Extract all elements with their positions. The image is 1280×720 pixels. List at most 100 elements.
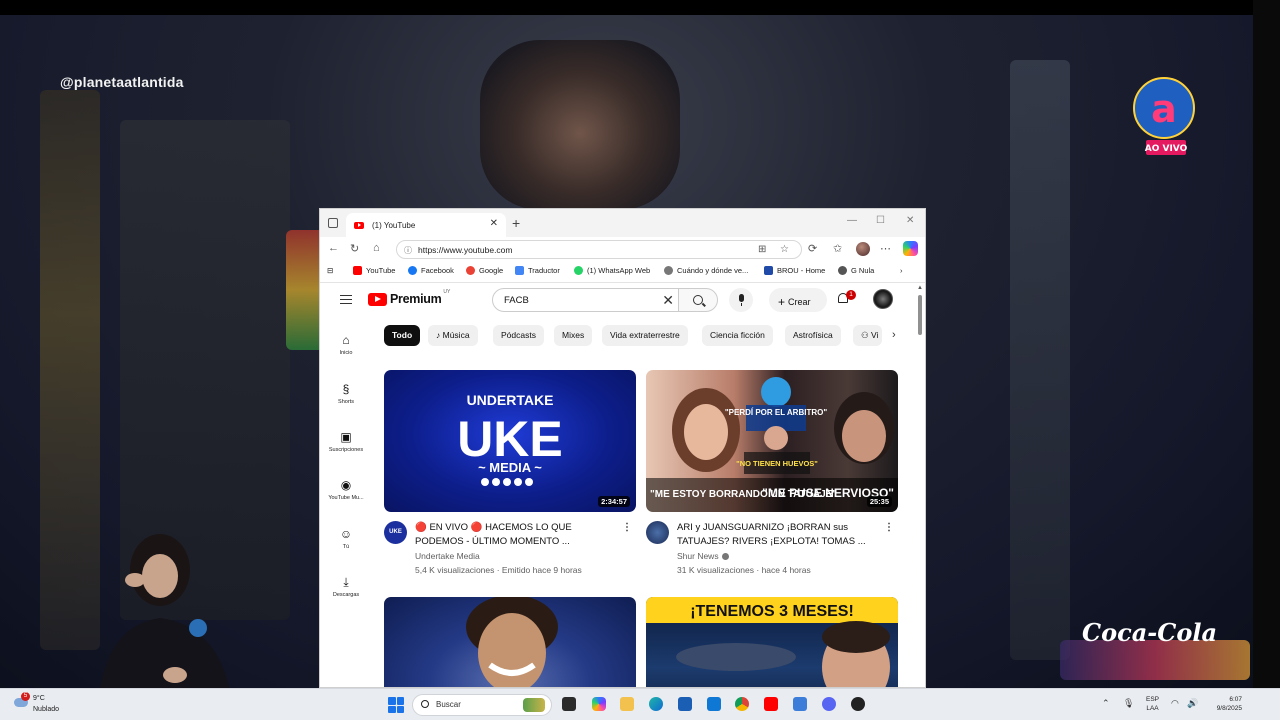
bookmark-whatsapp[interactable]: (1) WhatsApp Web [574, 266, 650, 275]
youtube-app-icon[interactable] [764, 697, 778, 711]
chrome-icon[interactable] [735, 697, 749, 711]
outlook-icon[interactable] [707, 697, 721, 711]
weather-condition: Nublado [33, 706, 60, 713]
singer-figure [480, 40, 680, 210]
bookmarks-bar: ⊟ YouTube Facebook Google Traductor (1) … [320, 261, 925, 283]
volume-icon[interactable]: 🔊 [1187, 698, 1198, 709]
language-indicator[interactable]: ESP LAA [1146, 695, 1159, 713]
tab-actions-icon[interactable] [328, 218, 338, 228]
video-stats: 31 K visualizaciones · hace 4 horas [677, 565, 811, 575]
chip-vida-extraterrestre[interactable]: Vida extraterrestre [602, 325, 688, 346]
notepad-icon[interactable] [793, 697, 807, 711]
sidebar-item-youtube-music[interactable]: ◉ YouTube Mu... [320, 478, 372, 501]
wifi-icon[interactable]: ◠ [1171, 698, 1179, 709]
clear-search-icon[interactable]: ✕ [662, 292, 674, 309]
microphone-tray-icon[interactable]: 🎙 [1123, 698, 1134, 709]
search-button[interactable] [678, 288, 718, 312]
chip-ciencia-ficcion[interactable]: Ciencia ficción [702, 325, 773, 346]
bookmark-brou[interactable]: BROU - Home [764, 266, 825, 275]
edge-icon[interactable] [649, 697, 663, 711]
file-explorer-icon[interactable] [620, 697, 634, 711]
music-icon: ◉ [340, 478, 352, 492]
maximize-button[interactable]: ☐ [876, 215, 885, 226]
new-tab-button[interactable]: + [512, 215, 520, 231]
copilot-app-icon[interactable] [592, 697, 606, 711]
more-actions-icon[interactable]: ⋮ [884, 522, 894, 533]
channel-name[interactable]: Shur News [677, 551, 729, 561]
channel-avatar[interactable] [646, 521, 669, 544]
favorites-icon[interactable]: ✩ [833, 242, 842, 255]
letterbox-right [1253, 0, 1280, 688]
home-icon[interactable]: ⌂ [373, 242, 380, 254]
chip-astrofisica[interactable]: Astrofísica [785, 325, 841, 346]
menu-icon[interactable] [340, 295, 352, 304]
chip-musica[interactable]: ♪ Música [428, 325, 478, 346]
video-card[interactable]: "PERDÍ POR EL ARBITRO" "NO TIENEN HUEVOS… [646, 370, 898, 576]
video-card[interactable]: ¡TENEMOS 3 MESES! [646, 597, 898, 687]
video-card[interactable] [384, 597, 636, 687]
discord-icon[interactable] [822, 697, 836, 711]
video-title[interactable]: 🔴 EN VIVO 🔴 HACEMOS LO QUE PODEMOS - ÚLT… [415, 521, 620, 549]
close-tab-icon[interactable]: ✕ [490, 218, 498, 229]
sidebar-item-suscripciones[interactable]: ▣ Suscripciones [320, 430, 372, 453]
task-view-icon[interactable] [562, 697, 576, 711]
video-thumbnail[interactable]: UNDERTAKE UKE ~ MEDIA ~ 2:34:57 [384, 370, 636, 512]
channel-avatar[interactable]: UKE [384, 521, 407, 544]
bookmark-facebook[interactable]: Facebook [408, 266, 454, 275]
url-field[interactable]: ⓘ https://www.youtube.com ⊞ ☆ [396, 240, 802, 259]
channel-name[interactable]: Undertake Media [415, 551, 480, 561]
refresh-extension-icon[interactable]: ⟳ [808, 242, 817, 255]
chips-next-icon[interactable]: › [892, 329, 896, 341]
copilot-icon[interactable] [903, 241, 918, 256]
favorite-star-icon[interactable]: ☆ [780, 244, 789, 255]
sidebar-item-descargas[interactable]: ⤓ Descargas [320, 575, 372, 598]
video-thumbnail[interactable]: "PERDÍ POR EL ARBITRO" "NO TIENEN HUEVOS… [646, 370, 898, 512]
store-icon[interactable] [678, 697, 692, 711]
sidebar-item-shorts[interactable]: § Shorts [320, 382, 372, 405]
tray-overflow-icon[interactable]: ⌃ [1102, 698, 1110, 709]
video-title[interactable]: ARI y JUANSGUARNIZO ¡BORRAN sus TATUAJES… [677, 521, 882, 549]
more-icon[interactable]: ⋯ [880, 242, 891, 255]
bookmarks-more-icon[interactable]: › [900, 266, 903, 275]
page-scrollbar[interactable]: ▲ [915, 283, 925, 687]
browser-titlebar: (1) YouTube ✕ + — ☐ ✕ [320, 209, 925, 237]
scroll-up-icon[interactable]: ▲ [917, 285, 923, 291]
bookmark-google[interactable]: Google [466, 266, 503, 275]
sidebar-item-inicio[interactable]: ⌂ Inicio [320, 333, 372, 356]
obs-icon[interactable] [851, 697, 865, 711]
video-thumbnail[interactable]: ¡TENEMOS 3 MESES! [646, 597, 898, 687]
create-button[interactable]: + Crear [769, 288, 827, 312]
site-info-icon[interactable]: ⓘ [404, 245, 412, 256]
video-stats: 5,4 K visualizaciones · Emitido hace 9 h… [415, 565, 582, 575]
taskbar-search[interactable]: Buscar [412, 694, 552, 716]
video-thumbnail[interactable] [384, 597, 636, 687]
refresh-icon[interactable]: ↻ [350, 242, 359, 255]
bookmark-g-nula[interactable]: G Nula [838, 266, 874, 275]
space-thumbnail-art: ¡TENEMOS 3 MESES! [646, 597, 898, 687]
stage-rig-right [1010, 60, 1070, 660]
bookmarks-toggle-icon[interactable]: ⊟ [327, 266, 333, 275]
back-icon[interactable]: ← [328, 242, 339, 254]
search-input[interactable]: FACB ✕ [492, 288, 679, 312]
more-actions-icon[interactable]: ⋮ [622, 522, 632, 533]
minimize-button[interactable]: — [847, 215, 857, 226]
tab-youtube[interactable]: (1) YouTube ✕ [346, 213, 506, 237]
youtube-premium-logo[interactable]: Premium UY [368, 289, 450, 306]
chip-mixes[interactable]: Mixes [554, 325, 593, 346]
account-avatar[interactable] [873, 289, 893, 309]
bookmark-cuando-donde[interactable]: Cuándo y dónde ve... [664, 266, 748, 275]
system-clock[interactable]: 6:07 9/8/2025 [1206, 695, 1242, 713]
scrollbar-thumb[interactable] [918, 295, 922, 335]
bookmark-youtube[interactable]: YouTube [353, 266, 395, 275]
voice-search-button[interactable] [729, 288, 753, 312]
chip-todo[interactable]: Todo [384, 325, 421, 346]
video-card[interactable]: UNDERTAKE UKE ~ MEDIA ~ 2:34:57 UKE 🔴 EN… [384, 370, 636, 576]
bookmark-translator[interactable]: Traductor [515, 266, 560, 275]
profile-avatar[interactable] [856, 242, 870, 256]
chip-podcasts[interactable]: Pódcasts [493, 325, 544, 346]
start-button[interactable] [388, 697, 404, 713]
close-window-button[interactable]: ✕ [906, 215, 914, 226]
sidebar-item-tu[interactable]: ☺ Tú [320, 527, 372, 550]
apps-icon[interactable]: ⊞ [758, 244, 766, 255]
chip-partial[interactable]: ⚇ Vi [853, 325, 883, 346]
